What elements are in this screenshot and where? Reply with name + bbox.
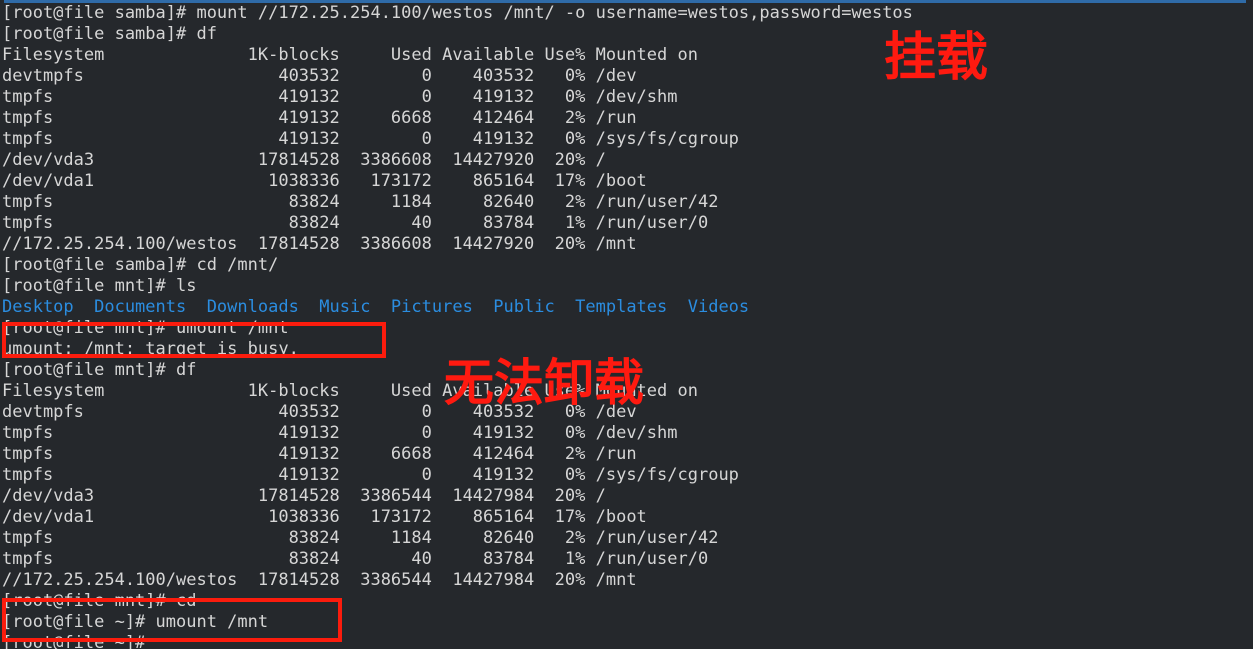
- terminal-line: /dev/vda1 1038336 173172 865164 17% /boo…: [2, 507, 647, 527]
- terminal-line: tmpfs 83824 1184 82640 2% /run/user/42: [2, 528, 719, 548]
- terminal-line: [root@file samba]# mount //172.25.254.10…: [2, 3, 913, 23]
- terminal-line: tmpfs 419132 6668 412464 2% /run: [2, 108, 637, 128]
- terminal-line: Filesystem 1K-blocks Used Available Use%…: [2, 45, 698, 65]
- terminal-line: [root@file mnt]# umount /mnt: [2, 318, 289, 338]
- terminal-line: tmpfs 419132 0 419132 0% /sys/fs/cgroup: [2, 465, 739, 485]
- terminal-line: /dev/vda3 17814528 3386608 14427920 20% …: [2, 150, 606, 170]
- terminal-line: tmpfs 419132 0 419132 0% /dev/shm: [2, 423, 678, 443]
- terminal-line: [root@file samba]# df: [2, 24, 217, 44]
- terminal-line: tmpfs 419132 0 419132 0% /sys/fs/cgroup: [2, 129, 739, 149]
- terminal-line: /dev/vda3 17814528 3386544 14427984 20% …: [2, 486, 606, 506]
- terminal-line: [root@file mnt]# cd: [2, 591, 197, 611]
- terminal-line: tmpfs 419132 6668 412464 2% /run: [2, 444, 637, 464]
- terminal-line: /dev/vda1 1038336 173172 865164 17% /boo…: [2, 171, 647, 191]
- terminal-line: tmpfs 83824 40 83784 1% /run/user/0: [2, 549, 709, 569]
- terminal-line: [root@file mnt]# ls: [2, 276, 197, 296]
- terminal-line: tmpfs 83824 1184 82640 2% /run/user/42: [2, 192, 719, 212]
- terminal-output[interactable]: [root@file samba]# mount //172.25.254.10…: [0, 3, 1253, 649]
- annotation-mount: 挂载: [884, 28, 989, 88]
- terminal-line: //172.25.254.100/westos 17814528 3386608…: [2, 234, 637, 254]
- terminal-window: [root@file samba]# mount //172.25.254.10…: [0, 0, 1253, 649]
- terminal-line: tmpfs 419132 0 419132 0% /dev/shm: [2, 87, 678, 107]
- terminal-line: tmpfs 83824 40 83784 1% /run/user/0: [2, 213, 709, 233]
- annotation-cannot-unmount: 无法卸载: [444, 354, 644, 412]
- terminal-line: [root@file samba]# cd /mnt/: [2, 255, 279, 275]
- terminal-line: devtmpfs 403532 0 403532 0% /dev: [2, 66, 637, 86]
- terminal-line: [root@file ~]# umount /mnt: [2, 612, 269, 632]
- terminal-line: //172.25.254.100/westos 17814528 3386544…: [2, 570, 637, 590]
- terminal-line: Desktop Documents Downloads Music Pictur…: [2, 297, 750, 317]
- terminal-line: [root@file ~]#: [2, 633, 146, 649]
